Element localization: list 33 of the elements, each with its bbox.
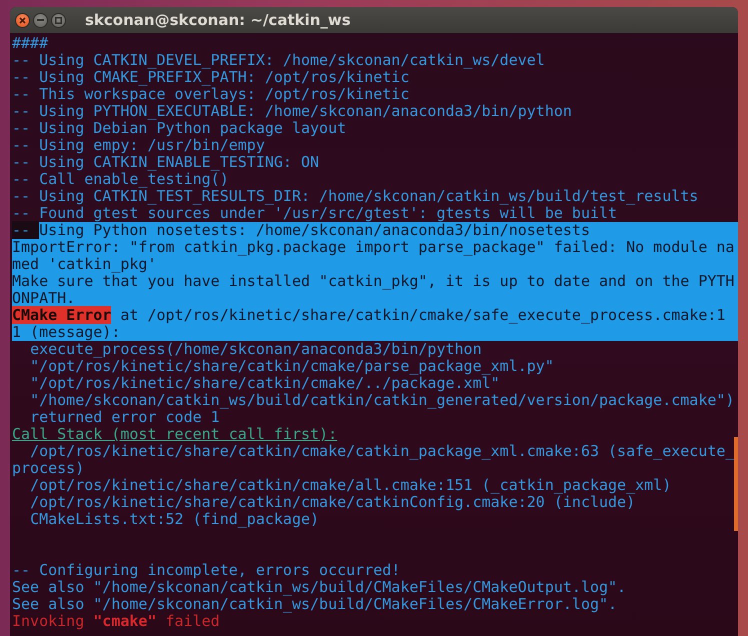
maximize-button[interactable] — [51, 12, 66, 28]
terminal-line: -- Using Debian Python package layout — [12, 120, 346, 137]
terminal-line: -- Using PYTHON_EXECUTABLE: /home/skconan/anaconda3/bin/python — [12, 103, 573, 120]
terminal-line: execute_process(/home/skconan/anaconda3/bin/python — [29, 341, 483, 358]
terminal-line: -- Configuring incomplete, errors occurred! — [12, 562, 402, 579]
terminal-line: /opt/ros/kinetic/share/catkin/cmake/catkin_package_xml.cmake:63 (safe_execute_process) — [12, 443, 736, 477]
terminal-line: returned error code 1 — [29, 409, 220, 426]
terminal-line: #### — [12, 35, 50, 52]
terminal-line: -- This workspace overlays: /opt/ros/kinetic — [12, 86, 410, 103]
terminal-line: -- Found gtest sources under '/usr/src/gtest': gtests will be built — [12, 205, 618, 222]
close-button[interactable] — [15, 12, 30, 28]
minimize-button[interactable] — [33, 12, 48, 28]
minimize-icon — [37, 19, 44, 21]
terminal-line: -- Using empy: /usr/bin/empy — [12, 137, 265, 154]
scrollbar-thumb[interactable] — [734, 437, 738, 531]
terminal-line: -- Using CATKIN_ENABLE_TESTING: ON — [12, 154, 320, 171]
terminal-line: See also "/home/skconan/catkin_ws/build/CMakeFiles/CMakeOutput.log". — [12, 579, 628, 596]
maximize-icon — [55, 16, 62, 24]
terminal-line: Call Stack (most recent call first): — [12, 426, 338, 443]
terminal-line: CMakeLists.txt:52 (find_package) — [29, 511, 320, 528]
terminal-line: /opt/ros/kinetic/share/catkin/cmake/catkinConfig.cmake:20 (include) — [29, 494, 636, 511]
terminal-line: See also "/home/skconan/catkin_ws/build/CMakeFiles/CMakeError.log". — [12, 596, 618, 613]
terminal-line: -- Using CATKIN_TEST_RESULTS_DIR: /home/skconan/catkin_ws/build/test_results — [12, 188, 700, 205]
terminal-line: "/opt/ros/kinetic/share/catkin/cmake/parse_package_xml.py" — [29, 358, 555, 375]
close-icon — [19, 16, 26, 24]
terminal-line: "/home/skconan/catkin_ws/build/catkin/catkin_generated/version/package.cmake") — [29, 392, 736, 409]
window-title: skconan@skconan: ~/catkin_ws — [85, 11, 351, 29]
terminal-line: -- Using CMAKE_PREFIX_PATH: /opt/ros/kinetic — [12, 69, 410, 86]
terminal-line: -- Call enable_testing() — [12, 171, 229, 188]
terminal-line: /opt/ros/kinetic/share/catkin/cmake/all.cmake:151 (_catkin_package_xml) — [30, 477, 672, 494]
terminal-line: -- Using CATKIN_DEVEL_PREFIX: /home/skconan/catkin_ws/devel — [12, 52, 546, 69]
terminal-line: Invoking "cmake" failed — [12, 613, 220, 630]
terminal-line: "/opt/ros/kinetic/share/catkin/cmake/../package.xml" — [29, 375, 500, 392]
